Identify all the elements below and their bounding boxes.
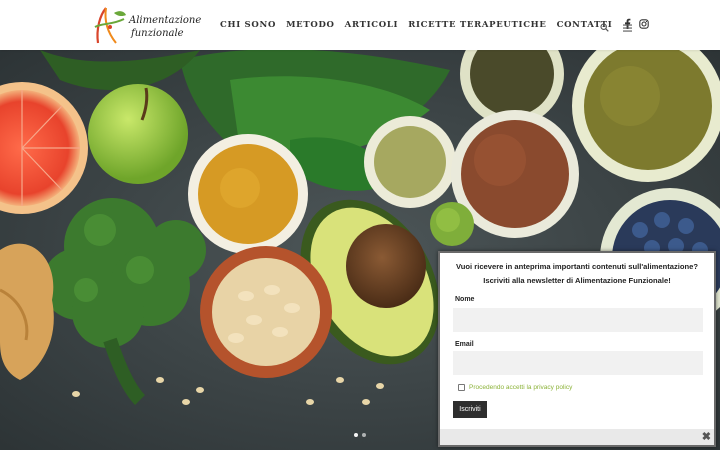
- site-header: Alimentazione funzionale CHI SONO METODO…: [0, 0, 720, 50]
- slider-dot[interactable]: [362, 433, 366, 437]
- page: Alimentazione funzionale CHI SONO METODO…: [0, 0, 720, 450]
- popup-title-line1: Vuoi ricevere in anteprima importanti co…: [455, 262, 699, 271]
- name-label: Nome: [455, 296, 475, 303]
- logo-text: Alimentazione funzionale: [129, 14, 201, 40]
- popup-title: Vuoi ricevere in anteprima importanti co…: [440, 260, 714, 288]
- site-logo[interactable]: Alimentazione funzionale: [92, 5, 201, 47]
- email-field[interactable]: [453, 351, 703, 375]
- email-label: Email: [455, 341, 474, 348]
- nav-articoli[interactable]: ARTICOLI: [345, 20, 399, 30]
- header-tools: [600, 19, 646, 37]
- nav-ricette-terapeutiche[interactable]: RICETTE TERAPEUTICHE: [408, 20, 546, 30]
- slider-dots: [354, 433, 370, 437]
- popup-title-line2: Iscriviti alla newsletter di Alimentazio…: [483, 276, 671, 285]
- menu-icon[interactable]: [623, 19, 632, 37]
- privacy-checkbox[interactable]: [458, 384, 465, 391]
- close-icon[interactable]: ✖: [702, 429, 711, 445]
- subscribe-button[interactable]: Iscriviti: [453, 401, 487, 418]
- privacy-label[interactable]: Procedendo accetti la privacy policy: [469, 384, 572, 391]
- newsletter-popup: Vuoi ricevere in anteprima importanti co…: [438, 251, 716, 447]
- nav-chi-sono[interactable]: CHI SONO: [220, 20, 276, 30]
- search-icon[interactable]: [600, 19, 609, 37]
- nav-metodo[interactable]: METODO: [286, 20, 335, 30]
- name-field[interactable]: [453, 308, 703, 332]
- logo-mark-icon: [94, 7, 126, 44]
- privacy-consent[interactable]: Procedendo accetti la privacy policy: [458, 384, 572, 391]
- slider-dot[interactable]: [354, 433, 358, 437]
- logo-line1: Alimentazione: [129, 15, 202, 26]
- popup-footer: ✖: [440, 429, 714, 445]
- main-nav: CHI SONO METODO ARTICOLI RICETTE TERAPEU…: [220, 18, 657, 32]
- logo-line2: funzionale: [131, 28, 184, 39]
